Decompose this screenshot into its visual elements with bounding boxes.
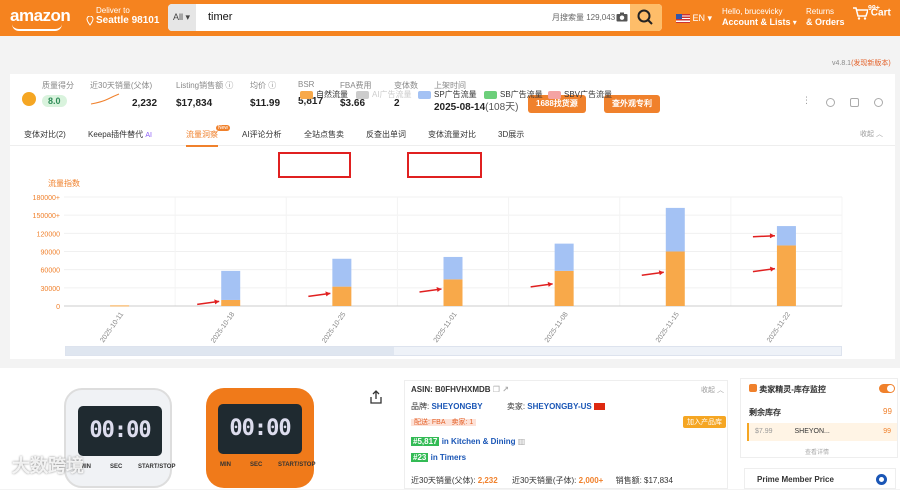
inventory-row: $7.99 SHEYON... 99 [747,423,897,441]
inventory-monitor: 卖家精灵-库存监控 剩余库存 99 $7.99 SHEYON... 99 查看详… [740,378,898,458]
bar-sp-ads[interactable] [332,258,352,287]
chart-grid: 0 30000 60000 90000 120000 150000+ 180000+ 2025… [33,195,843,344]
y-tick-label: 30000 [41,286,61,293]
bsr-row-2: #23 in Timers [411,453,467,462]
china-flag-icon [594,403,605,411]
y-tick-label: 90000 [41,250,61,257]
traffic-chart: 流量指数 0 30000 60000 90000 120000 150000+ 180000… [33,178,843,344]
x-tick-label: 2025-10-11 [99,311,125,344]
category-link-timers[interactable]: in Timers [431,453,466,462]
bar-organic[interactable] [665,251,685,307]
bar-organic[interactable] [443,279,463,306]
info-collapse[interactable]: 收起 ︿ [701,385,724,395]
sales-row: 近30天销量(父体): 2,232 近30天销量(子体): 2,000+ 销售额… [411,476,673,485]
red-arrowhead [658,270,664,276]
seller-link[interactable]: SHEYONGBY-US [527,402,591,411]
y-tick-label: 120000 [37,231,60,238]
bar-sp-ads[interactable] [221,270,241,300]
y-axis-title: 流量指数 [48,178,80,188]
watermark: 大数跨境 [12,456,84,476]
brand-row: 品牌: SHEYONGBY 卖家: SHEYONGBY-US [411,401,605,412]
x-tick-label: 2025-11-08 [544,311,570,344]
product-section: 00:00 MIN SEC START/STOP 00:00 MIN SEC S… [0,368,900,489]
category-link-kitchen[interactable]: in Kitchen & Dining [442,437,516,446]
bar-organic[interactable] [554,270,574,306]
bar-organic[interactable] [776,245,796,306]
x-tick-label: 2025-11-15 [655,311,681,344]
x-tick-label: 2025-11-22 [766,311,792,344]
asin: ASIN: B0FHVHXMDB ❐ ↗ [411,385,509,394]
seller-sprite-icon [749,384,757,392]
chart-icon[interactable]: ▥ [518,437,526,446]
prime-radio[interactable] [876,474,887,485]
red-arrowhead [769,266,775,272]
x-tick-label: 2025-10-25 [321,311,347,344]
x-tick-label: 2025-10-18 [210,311,236,344]
bar-sp-ads[interactable] [443,256,463,280]
zoom-slider-handle[interactable] [66,347,394,355]
chart-bars [110,207,796,307]
fulfillment-row: 配送: FBA 卖家: 1 [411,417,477,427]
brand-link[interactable]: SHEYONGBY [431,402,482,411]
x-tick-label: 2025-11-01 [433,311,459,344]
timer-image-orange[interactable]: 00:00 MIN SEC START/STOP [206,388,315,488]
y-tick-label: 60000 [41,268,61,275]
bar-organic[interactable] [332,286,352,306]
prime-member-price[interactable]: Prime Member Price [744,468,896,489]
chart-zoom-slider[interactable] [65,346,842,356]
bar-organic[interactable] [221,299,241,306]
share-icon[interactable] [370,390,382,404]
annotation-arrows [197,233,776,306]
bar-sp-ads[interactable] [776,226,796,246]
bar-sp-ads[interactable] [554,243,574,271]
bar-organic[interactable] [110,305,130,307]
view-details-link[interactable]: 查看详情 [805,447,829,456]
y-tick-label: 0 [56,304,60,311]
add-to-library-button[interactable]: 加入产品库 [683,416,726,428]
bar-sp-ads[interactable] [665,207,685,252]
red-arrowhead [769,233,775,239]
monitor-toggle[interactable] [879,384,895,393]
y-tick-label: 150000+ [33,213,60,220]
copy-icon[interactable]: ❐ ↗ [493,385,509,394]
y-tick-label: 180000+ [33,195,60,202]
product-info-card: ASIN: B0FHVHXMDB ❐ ↗ 收起 ︿ 品牌: SHEYONGBY … [404,380,728,489]
red-arrowhead [214,299,220,305]
red-arrowhead [547,281,553,287]
inventory-monitor-title: 卖家精灵-库存监控 [749,384,826,395]
red-arrowhead [325,291,331,297]
bsr-row-1: #5,817 in Kitchen & Dining ▥ [411,437,526,446]
